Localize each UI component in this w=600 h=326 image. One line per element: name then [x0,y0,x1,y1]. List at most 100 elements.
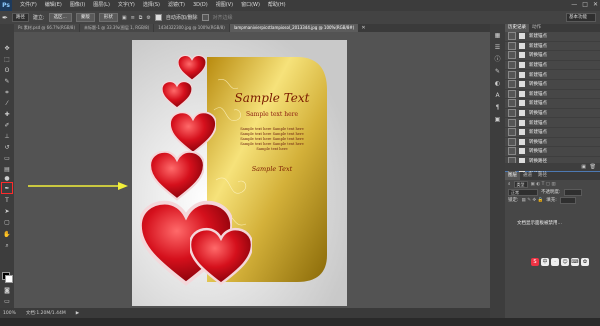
type-panel-icon[interactable]: A [493,92,502,100]
filter-icons[interactable]: ▣ ◐ T ▢ ▥ [531,182,556,187]
history-item[interactable]: 新建锚点 [505,61,600,71]
tab-channels[interactable]: 通道 [520,172,535,180]
path-arrange-icon[interactable]: ⧉ [139,15,143,21]
menu-image[interactable]: 图像(I) [66,0,89,11]
stamp-tool-icon[interactable]: ⊥ [2,132,12,141]
healing-tool-icon[interactable]: ✚ [2,110,12,119]
background-color-swatch[interactable] [5,275,13,283]
menu-view[interactable]: 视图(V) [212,0,237,11]
menu-file[interactable]: 文件(F) [16,0,41,11]
doc-tab-active[interactable]: lampmanivierpicstlampiosol_2013344.jpg @… [229,24,359,32]
history-item[interactable]: 转换锚点 [505,147,600,157]
opacity-input[interactable] [563,188,582,196]
menu-window[interactable]: 窗口(W) [237,0,264,11]
menu-type[interactable]: 文字(Y) [114,0,139,11]
workspace-select[interactable]: 基本功能 [566,13,596,22]
tab-history[interactable]: 历史记录 [505,24,529,32]
menu-edit[interactable]: 编辑(E) [41,0,66,11]
marquee-tool-icon[interactable]: ⬚ [2,55,12,64]
history-item[interactable]: 转换锚点 [505,51,600,61]
lock-icons[interactable]: ▦ ✎ ✥ 🔒 [522,198,544,203]
brush-tool-icon[interactable]: ✐ [2,121,12,130]
properties-panel-icon[interactable]: ☰ [493,44,502,52]
menu-select[interactable]: 选择(S) [139,0,164,11]
gradient-tool-icon[interactable]: ▤ [2,165,12,174]
doc-tab-2[interactable]: 未标题-1 @ 33.3%(图层 1, RGB/8) [80,24,154,32]
doc-tab-3[interactable]: 1434322300.jpg @ 100%(RGB/8) [154,24,229,32]
paragraph-panel-icon[interactable]: ¶ [493,104,502,112]
minimize-button[interactable]: — [571,1,577,8]
eyedropper-tool-icon[interactable]: ⁄ [2,99,12,108]
close-tab-icon[interactable]: ✕ [361,24,365,32]
ime-skin-icon[interactable]: ✿ [581,258,589,266]
tool-mode-select[interactable]: 路径 [11,13,29,22]
quick-select-tool-icon[interactable]: ✎ [2,77,12,86]
history-item[interactable]: 新建锚点 [505,70,600,80]
history-item[interactable]: 新建锚点 [505,118,600,128]
pen-tool-highlight [1,182,13,194]
tab-layers[interactable]: 图层 [505,172,520,180]
hand-tool-icon[interactable]: ✋ [2,230,12,239]
eraser-tool-icon[interactable]: ▭ [2,154,12,163]
layer-kind-filter[interactable]: 类型 [513,180,528,188]
history-brush-tool-icon[interactable]: ↺ [2,143,12,152]
history-item[interactable]: 转换锚点 [505,109,600,119]
ime-punctuation-icon[interactable]: · [551,258,559,266]
info-panel-icon[interactable]: ⓘ [493,56,502,64]
menu-3d[interactable]: 3D(D) [189,0,212,11]
history-step-icon [519,33,525,40]
card-body-line-4: Sample text here Sample text here [240,142,304,146]
history-item[interactable]: 新建锚点 [505,128,600,138]
tab-actions[interactable]: 动作 [529,24,544,32]
adjust-panel-icon[interactable]: ◐ [493,80,502,88]
move-tool-icon[interactable]: ✥ [2,44,12,53]
tab-paths[interactable]: 路径 [535,172,550,180]
history-item[interactable]: 转换锚点 [505,137,600,148]
sogou-s-icon[interactable]: S [531,258,539,266]
history-item[interactable]: 新建锚点 [505,89,600,100]
selection-button[interactable]: 选区... [48,13,72,22]
close-button[interactable]: ✕ [593,1,598,8]
status-arrow-icon[interactable]: ▶ [76,311,79,316]
document-canvas[interactable]: Sample Text Sample text here Sample text… [132,40,347,306]
menu-help[interactable]: 帮助(H) [264,0,290,11]
path-align-icon[interactable]: ≡ [131,15,135,21]
gear-icon[interactable]: ⚙ [146,15,150,21]
card-body-line-3: Sample text here Sample text here [240,137,304,141]
ime-chinese-icon[interactable]: 中 [541,258,549,266]
doc-tab-1[interactable]: Ps 素材.psd @ 66.7%(RGB/8) [14,24,80,32]
blend-mode-select[interactable]: 正常 [508,188,538,196]
zoom-tool-icon[interactable]: ⌕ [2,241,12,250]
auto-add-checkbox[interactable] [154,14,162,21]
styles-panel-icon[interactable]: ▣ [493,116,502,124]
history-item[interactable]: 新建锚点 [505,32,600,42]
lasso-tool-icon[interactable]: ʘ [2,66,12,75]
align-edges-checkbox[interactable] [201,14,209,21]
fill-input[interactable] [559,196,576,204]
history-panel-icon[interactable]: ▦ [493,32,502,40]
maximize-button[interactable]: □ [582,1,588,8]
quick-mask-icon[interactable]: ◙ [2,286,12,295]
pen-tool-icon[interactable]: ✒ [2,14,8,22]
path-select-tool-icon[interactable]: ➤ [2,207,12,216]
shape-button[interactable]: 形状 [98,13,118,22]
crop-tool-icon[interactable]: ⌗ [2,88,12,97]
zoom-readout[interactable]: 100% [3,311,16,316]
search-icon: ⌕ [508,182,511,187]
trash-icon[interactable]: 🗑 [590,164,596,170]
new-snapshot-icon[interactable]: ▣ [581,164,586,170]
history-item[interactable]: 新建锚点 [505,99,600,109]
mask-button[interactable]: 蒙版 [75,13,95,22]
history-item[interactable]: 新建锚点 [505,41,600,52]
type-tool-icon[interactable]: T [2,196,12,205]
menu-layer[interactable]: 图层(L) [89,0,114,11]
history-item[interactable]: 转换锚点 [505,80,600,90]
ime-emoji-icon[interactable]: ☺ [561,258,569,266]
path-ops-icon[interactable]: ▣ [122,15,127,21]
menu-filter[interactable]: 滤镜(T) [164,0,189,11]
brush-panel-icon[interactable]: ✎ [493,68,502,76]
card-title: Sample Text [235,91,310,105]
screen-mode-icon[interactable]: ▭ [2,297,12,306]
ime-keyboard-icon[interactable]: ⌨ [571,258,579,266]
shape-tool-icon[interactable]: ▢ [2,218,12,227]
